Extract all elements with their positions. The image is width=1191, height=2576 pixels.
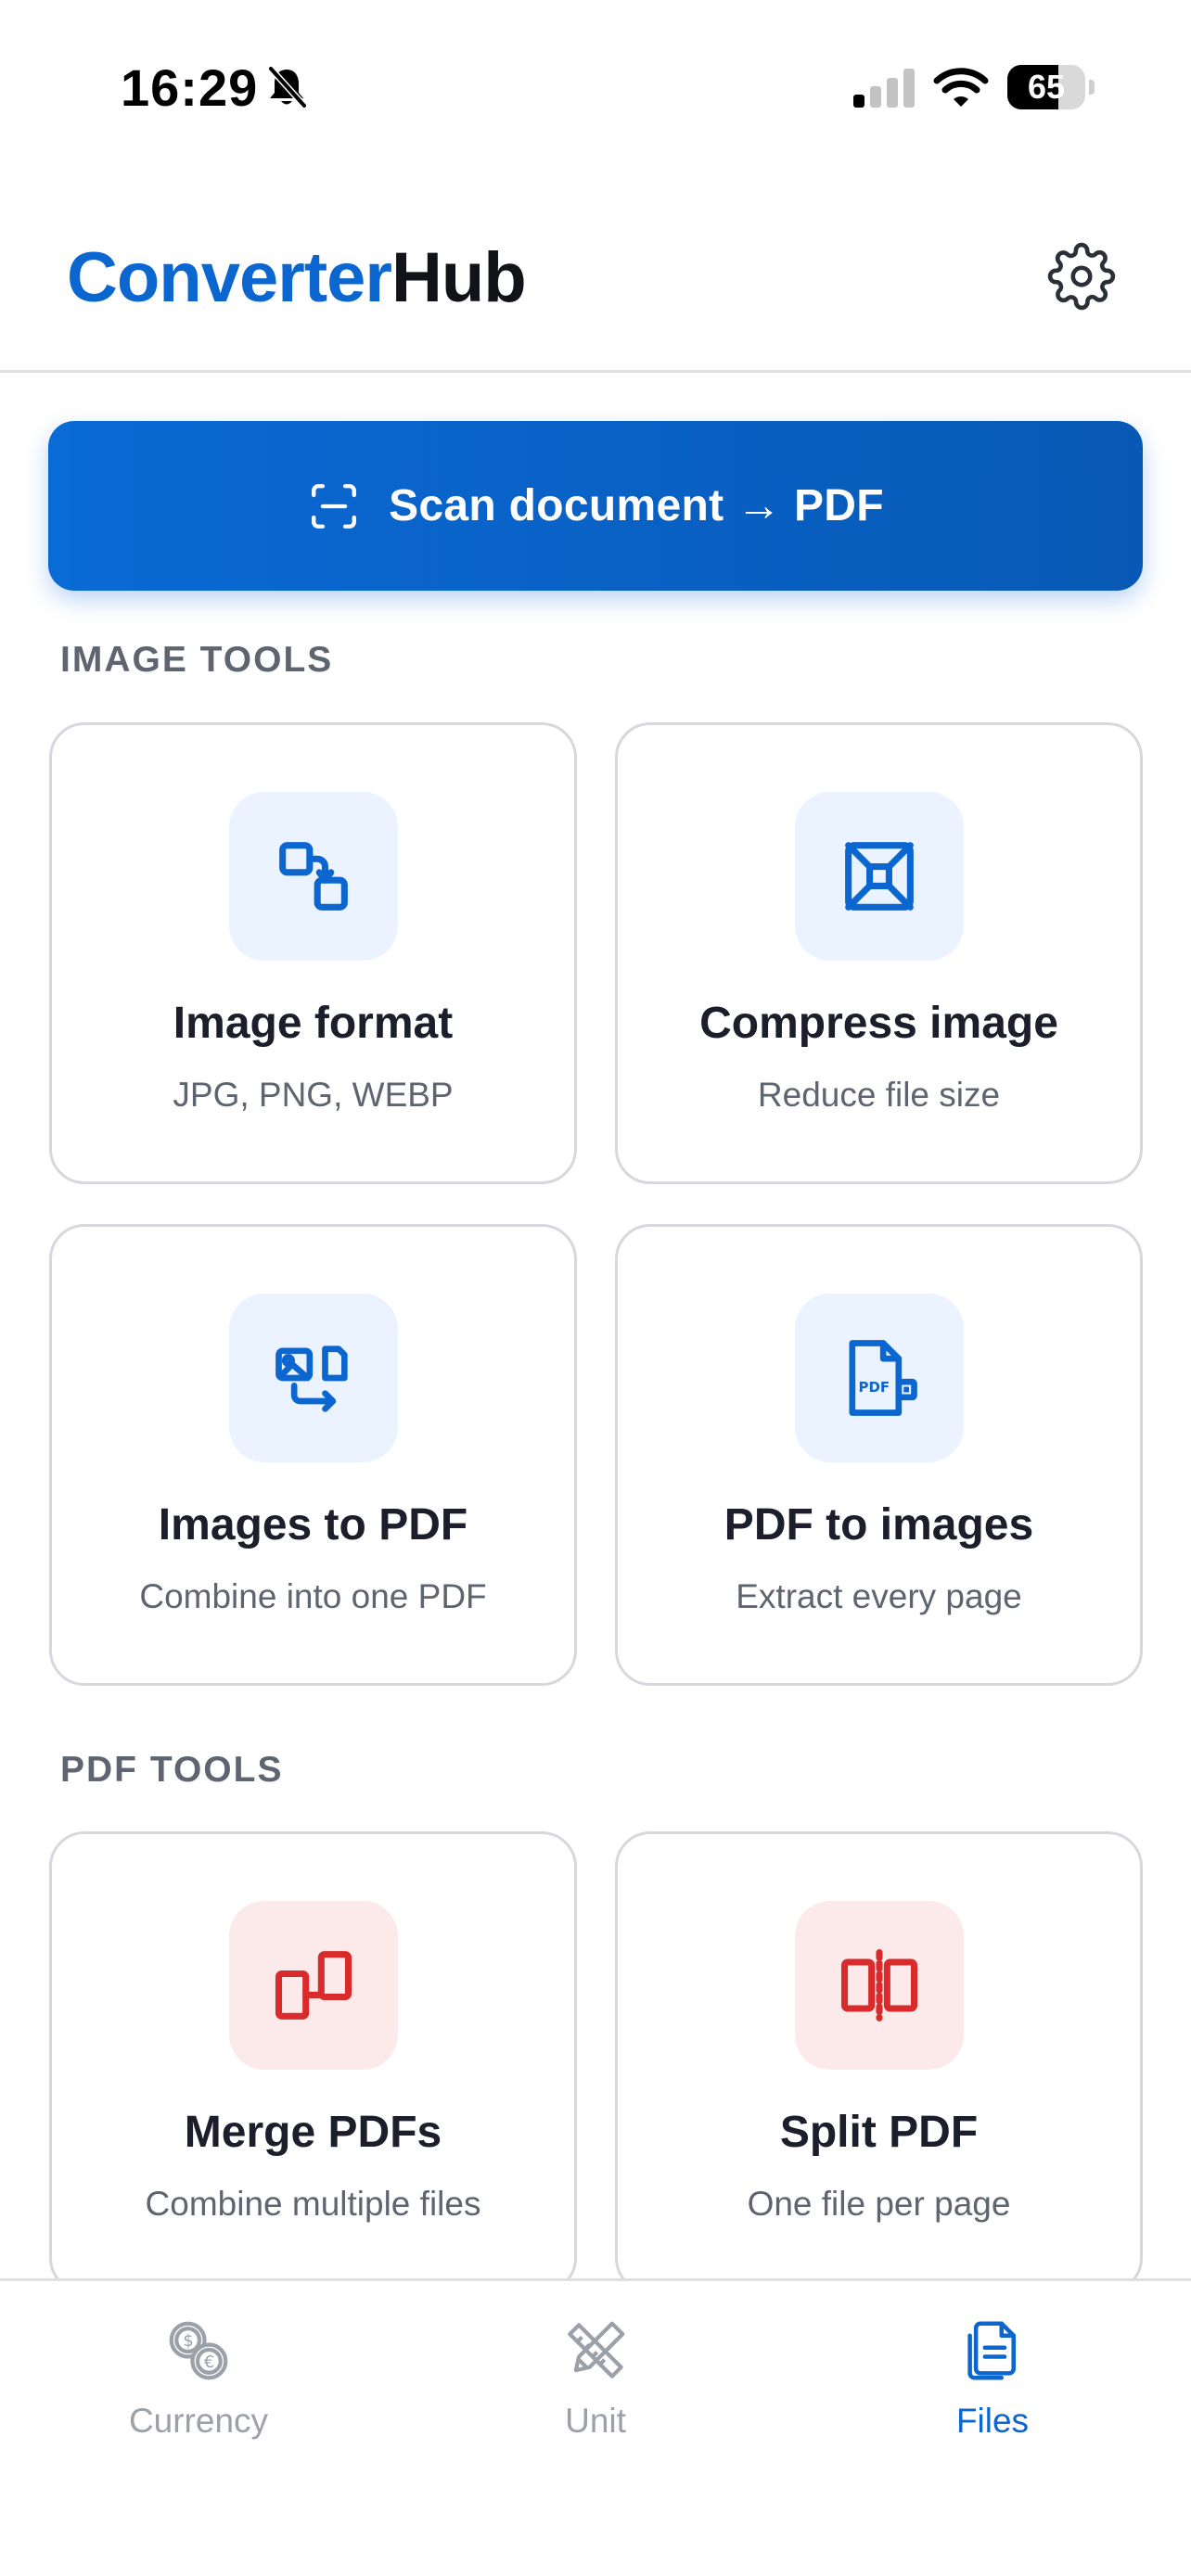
split-icon (840, 1949, 918, 2021)
images-to-pdf-icon (275, 1345, 348, 1412)
tab-label: Unit (565, 2402, 626, 2440)
card-title: Image format (173, 999, 454, 1048)
tool-card-compress-image[interactable]: Compress image Reduce file size (615, 722, 1143, 1184)
cellular-signal-icon (853, 69, 915, 108)
scan-document-button[interactable]: Scan document → PDF (48, 421, 1143, 591)
app-header: ConverterHub (0, 176, 1191, 373)
icon-tile (229, 1901, 398, 2070)
icon-tile: PDF (795, 1294, 964, 1462)
card-subtitle: Reduce file size (757, 1076, 1001, 1114)
ruler-pencil-icon (568, 2321, 625, 2378)
status-bar: 16:29 65 (0, 0, 1191, 176)
status-time: 16:29 (121, 58, 259, 117)
icon-tile (229, 1294, 398, 1462)
tab-label: Files (955, 2402, 1030, 2440)
tool-card-pdf-to-images[interactable]: PDF PDF to images Extract every page (615, 1224, 1143, 1686)
section-title-pdf-tools: PDF TOOLS (60, 1750, 284, 1790)
card-subtitle: Combine multiple files (145, 2185, 481, 2223)
svg-text:€: € (204, 2353, 214, 2372)
card-subtitle: One file per page (747, 2185, 1011, 2223)
pdf-to-images-icon: PDF (849, 1340, 917, 1416)
icon-tile (795, 1901, 964, 2070)
logo-text-converter: Converter (67, 238, 392, 317)
battery-icon: 65 (1007, 65, 1095, 109)
bottom-tab-bar: $ € Currency Unit Files (0, 2278, 1191, 2576)
card-subtitle: Combine into one PDF (139, 1577, 487, 1615)
tab-files[interactable]: Files (794, 2281, 1191, 2467)
scan-document-label: Scan document → PDF (389, 481, 884, 530)
card-title: PDF to images (724, 1500, 1034, 1549)
settings-button[interactable] (1041, 236, 1122, 317)
tool-card-merge-pdfs[interactable]: Merge PDFs Combine multiple files (49, 1831, 577, 2293)
tool-card-split-pdf[interactable]: Split PDF One file per page (615, 1831, 1143, 2293)
card-subtitle: JPG, PNG, WEBP (173, 1076, 454, 1114)
files-icon (967, 2321, 1017, 2380)
card-subtitle: Extract every page (736, 1577, 1022, 1615)
icon-tile (229, 792, 398, 961)
app-logo: ConverterHub (67, 237, 527, 318)
card-title: Split PDF (779, 2108, 979, 2157)
tab-currency[interactable]: $ € Currency (0, 2281, 397, 2467)
gear-icon (1047, 242, 1116, 311)
section-title-image-tools: IMAGE TOOLS (60, 640, 334, 680)
compress-icon (845, 842, 914, 911)
svg-text:$: $ (183, 2331, 193, 2351)
format-convert-icon (279, 842, 348, 911)
icon-tile (795, 792, 964, 961)
wifi-icon (933, 68, 989, 107)
bell-slash-icon (267, 65, 308, 109)
svg-text:PDF: PDF (859, 1379, 890, 1396)
tool-card-images-to-pdf[interactable]: Images to PDF Combine into one PDF (49, 1224, 577, 1686)
card-title: Compress image (699, 999, 1058, 1048)
battery-percentage: 65 (1027, 68, 1066, 106)
merge-icon (275, 1951, 352, 2020)
card-title: Merge PDFs (184, 2108, 442, 2157)
tab-label: Currency (128, 2402, 269, 2440)
card-title: Images to PDF (158, 1500, 468, 1549)
tool-card-image-format[interactable]: Image format JPG, PNG, WEBP (49, 722, 577, 1184)
currency-coins-icon: $ € (169, 2321, 228, 2380)
tab-unit[interactable]: Unit (397, 2281, 794, 2467)
logo-text-hub: Hub (391, 238, 527, 317)
scan-frame-icon (312, 483, 357, 529)
